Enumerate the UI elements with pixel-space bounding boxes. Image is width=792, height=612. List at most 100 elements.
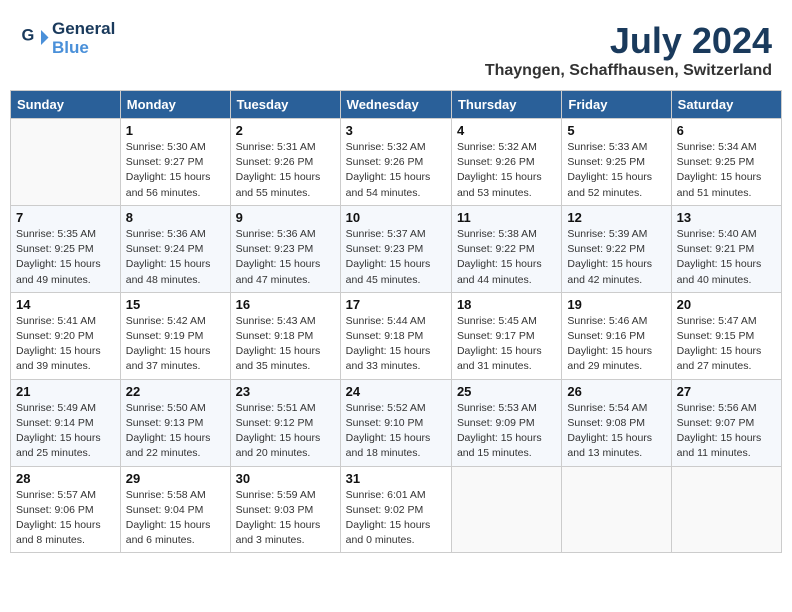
calendar-cell: 13Sunrise: 5:40 AM Sunset: 9:21 PM Dayli…	[671, 205, 781, 292]
calendar-cell	[451, 466, 561, 553]
cell-info: Sunrise: 5:57 AM Sunset: 9:06 PM Dayligh…	[16, 488, 115, 549]
day-number: 30	[236, 471, 335, 486]
day-number: 7	[16, 210, 115, 225]
title-area: July 2024 Thayngen, Schaffhausen, Switze…	[485, 20, 772, 80]
cell-info: Sunrise: 5:42 AM Sunset: 9:19 PM Dayligh…	[126, 314, 225, 375]
calendar-cell: 5 Sunrise: 5:33 AM Sunset: 9:25 PM Daylig…	[562, 119, 671, 206]
calendar-cell: 3 Sunrise: 5:32 AM Sunset: 9:26 PM Daylig…	[340, 119, 451, 206]
calendar-cell: 4Sunrise: 5:32 AM Sunset: 9:26 PM Daylig…	[451, 119, 561, 206]
day-number: 1	[126, 123, 225, 138]
day-number: 27	[677, 384, 776, 399]
calendar-cell: 15Sunrise: 5:42 AM Sunset: 9:19 PM Dayli…	[120, 292, 230, 379]
calendar-cell: 28Sunrise: 5:57 AM Sunset: 9:06 PM Dayli…	[11, 466, 121, 553]
cell-info: Sunrise: 5:40 AM Sunset: 9:21 PM Dayligh…	[677, 227, 776, 288]
cell-info: Sunrise: 5:56 AM Sunset: 9:07 PM Dayligh…	[677, 401, 776, 462]
cell-info: Sunrise: 5:32 AM Sunset: 9:26 PM Dayligh…	[346, 140, 446, 201]
calendar-table: SundayMondayTuesdayWednesdayThursdayFrid…	[10, 90, 782, 553]
cell-info: Sunrise: 5:33 AM Sunset: 9:25 PM Dayligh…	[567, 140, 665, 201]
cell-info: Sunrise: 5:53 AM Sunset: 9:09 PM Dayligh…	[457, 401, 556, 462]
column-header-monday: Monday	[120, 91, 230, 119]
calendar-header-row: SundayMondayTuesdayWednesdayThursdayFrid…	[11, 91, 782, 119]
cell-info: Sunrise: 6:01 AM Sunset: 9:02 PM Dayligh…	[346, 488, 446, 549]
cell-info: Sunrise: 5:51 AM Sunset: 9:12 PM Dayligh…	[236, 401, 335, 462]
cell-info: Sunrise: 5:50 AM Sunset: 9:13 PM Dayligh…	[126, 401, 225, 462]
cell-info: Sunrise: 5:41 AM Sunset: 9:20 PM Dayligh…	[16, 314, 115, 375]
logo-line1: General	[52, 20, 115, 39]
cell-info: Sunrise: 5:36 AM Sunset: 9:24 PM Dayligh…	[126, 227, 225, 288]
calendar-cell: 7Sunrise: 5:35 AM Sunset: 9:25 PM Daylig…	[11, 205, 121, 292]
day-number: 31	[346, 471, 446, 486]
day-number: 3	[346, 123, 446, 138]
cell-info: Sunrise: 5:39 AM Sunset: 9:22 PM Dayligh…	[567, 227, 665, 288]
day-number: 4	[457, 123, 556, 138]
calendar-cell: 30 Sunrise: 5:59 AM Sunset: 9:03 PM Dayli…	[230, 466, 340, 553]
calendar-week-row: 21Sunrise: 5:49 AM Sunset: 9:14 PM Dayli…	[11, 379, 782, 466]
cell-info: Sunrise: 5:54 AM Sunset: 9:08 PM Dayligh…	[567, 401, 665, 462]
calendar-cell	[11, 119, 121, 206]
header: G General Blue July 2024 Thayngen, Schaf…	[10, 10, 782, 85]
day-number: 22	[126, 384, 225, 399]
calendar-week-row: 14 Sunrise: 5:41 AM Sunset: 9:20 PM Dayli…	[11, 292, 782, 379]
cell-info: Sunrise: 5:47 AM Sunset: 9:15 PM Dayligh…	[677, 314, 776, 375]
calendar-cell: 26 Sunrise: 5:54 AM Sunset: 9:08 PM Dayli…	[562, 379, 671, 466]
day-number: 12	[567, 210, 665, 225]
cell-info: Sunrise: 5:52 AM Sunset: 9:10 PM Dayligh…	[346, 401, 446, 462]
calendar-cell: 2 Sunrise: 5:31 AM Sunset: 9:26 PM Daylig…	[230, 119, 340, 206]
day-number: 9	[236, 210, 335, 225]
day-number: 23	[236, 384, 335, 399]
day-number: 6	[677, 123, 776, 138]
calendar-cell: 18 Sunrise: 5:45 AM Sunset: 9:17 PM Dayli…	[451, 292, 561, 379]
column-header-thursday: Thursday	[451, 91, 561, 119]
calendar-week-row: 1 Sunrise: 5:30 AM Sunset: 9:27 PM Daylig…	[11, 119, 782, 206]
day-number: 29	[126, 471, 225, 486]
calendar-cell: 11Sunrise: 5:38 AM Sunset: 9:22 PM Dayli…	[451, 205, 561, 292]
calendar-cell: 20Sunrise: 5:47 AM Sunset: 9:15 PM Dayli…	[671, 292, 781, 379]
calendar-cell: 16Sunrise: 5:43 AM Sunset: 9:18 PM Dayli…	[230, 292, 340, 379]
day-number: 10	[346, 210, 446, 225]
cell-info: Sunrise: 5:45 AM Sunset: 9:17 PM Dayligh…	[457, 314, 556, 375]
calendar-cell: 22 Sunrise: 5:50 AM Sunset: 9:13 PM Dayli…	[120, 379, 230, 466]
calendar-week-row: 7Sunrise: 5:35 AM Sunset: 9:25 PM Daylig…	[11, 205, 782, 292]
calendar-cell: 1 Sunrise: 5:30 AM Sunset: 9:27 PM Daylig…	[120, 119, 230, 206]
calendar-cell: 31 Sunrise: 6:01 AM Sunset: 9:02 PM Dayli…	[340, 466, 451, 553]
day-number: 5	[567, 123, 665, 138]
cell-info: Sunrise: 5:34 AM Sunset: 9:25 PM Dayligh…	[677, 140, 776, 201]
cell-info: Sunrise: 5:30 AM Sunset: 9:27 PM Dayligh…	[126, 140, 225, 201]
day-number: 2	[236, 123, 335, 138]
calendar-cell: 21Sunrise: 5:49 AM Sunset: 9:14 PM Dayli…	[11, 379, 121, 466]
calendar-cell: 25 Sunrise: 5:53 AM Sunset: 9:09 PM Dayli…	[451, 379, 561, 466]
calendar-cell: 23 Sunrise: 5:51 AM Sunset: 9:12 PM Dayli…	[230, 379, 340, 466]
calendar-cell: 27 Sunrise: 5:56 AM Sunset: 9:07 PM Dayli…	[671, 379, 781, 466]
calendar-cell: 6 Sunrise: 5:34 AM Sunset: 9:25 PM Daylig…	[671, 119, 781, 206]
logo-icon: G	[20, 24, 50, 54]
calendar-cell	[562, 466, 671, 553]
calendar-cell: 10Sunrise: 5:37 AM Sunset: 9:23 PM Dayli…	[340, 205, 451, 292]
location-subtitle: Thayngen, Schaffhausen, Switzerland	[485, 62, 772, 80]
day-number: 24	[346, 384, 446, 399]
calendar-cell: 19Sunrise: 5:46 AM Sunset: 9:16 PM Dayli…	[562, 292, 671, 379]
day-number: 18	[457, 297, 556, 312]
calendar-cell: 17Sunrise: 5:44 AM Sunset: 9:18 PM Dayli…	[340, 292, 451, 379]
cell-info: Sunrise: 5:43 AM Sunset: 9:18 PM Dayligh…	[236, 314, 335, 375]
calendar-cell: 12 Sunrise: 5:39 AM Sunset: 9:22 PM Dayli…	[562, 205, 671, 292]
calendar-cell: 9Sunrise: 5:36 AM Sunset: 9:23 PM Daylig…	[230, 205, 340, 292]
svg-text:G: G	[22, 26, 35, 44]
cell-info: Sunrise: 5:31 AM Sunset: 9:26 PM Dayligh…	[236, 140, 335, 201]
calendar-cell: 8Sunrise: 5:36 AM Sunset: 9:24 PM Daylig…	[120, 205, 230, 292]
calendar-cell: 14 Sunrise: 5:41 AM Sunset: 9:20 PM Dayli…	[11, 292, 121, 379]
day-number: 21	[16, 384, 115, 399]
logo-line2: Blue	[52, 39, 115, 58]
column-header-tuesday: Tuesday	[230, 91, 340, 119]
column-header-friday: Friday	[562, 91, 671, 119]
month-year-title: July 2024	[485, 20, 772, 62]
logo: G General Blue	[20, 20, 115, 57]
cell-info: Sunrise: 5:58 AM Sunset: 9:04 PM Dayligh…	[126, 488, 225, 549]
day-number: 26	[567, 384, 665, 399]
day-number: 14	[16, 297, 115, 312]
day-number: 25	[457, 384, 556, 399]
cell-info: Sunrise: 5:46 AM Sunset: 9:16 PM Dayligh…	[567, 314, 665, 375]
calendar-cell	[671, 466, 781, 553]
cell-info: Sunrise: 5:59 AM Sunset: 9:03 PM Dayligh…	[236, 488, 335, 549]
cell-info: Sunrise: 5:38 AM Sunset: 9:22 PM Dayligh…	[457, 227, 556, 288]
column-header-wednesday: Wednesday	[340, 91, 451, 119]
